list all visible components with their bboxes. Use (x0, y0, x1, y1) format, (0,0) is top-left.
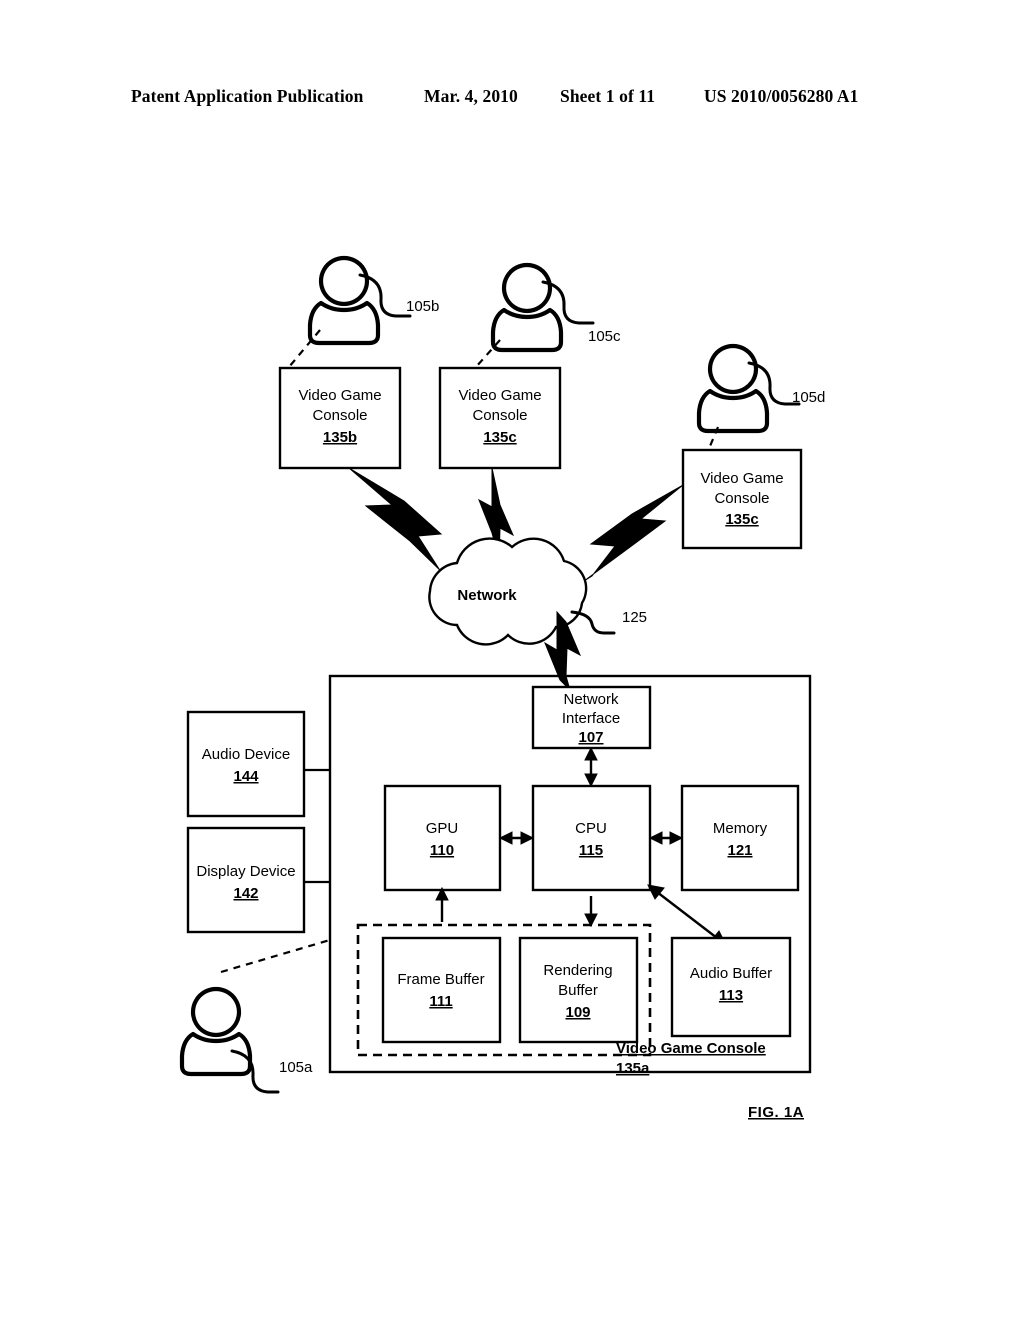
remote-console-135c-mid-ref: 135c (483, 429, 516, 446)
audio-buffer-block: Audio Buffer 113 (670, 936, 792, 1038)
remote-console-135b-line1: Video Game (298, 387, 381, 404)
figure-1a-diagram: 105b 105c 105d Video Game Console 135b V… (179, 255, 825, 1121)
arrow-ni-cpu (584, 746, 598, 788)
leader-line-105a (220, 938, 331, 974)
cpu-ref: 115 (579, 842, 603, 859)
figure-label: FIG. 1A (748, 1104, 804, 1121)
audio-device-label: Audio Device (202, 746, 290, 763)
main-console-title: Video Game Console (616, 1040, 766, 1057)
memory-block: Memory 121 (680, 784, 800, 892)
gpu-block: GPU 110 (383, 784, 502, 892)
arrow-gpu-cpu (498, 831, 535, 845)
remote-console-135c-right-line1: Video Game (700, 470, 783, 487)
remote-console-135c-right-ref: 135c (725, 511, 758, 528)
rendering-buffer-line1: Rendering (543, 962, 612, 979)
main-console-ref: 135a (616, 1060, 650, 1077)
user-ref-105a: 105a (279, 1059, 313, 1076)
user-icon-105b (307, 255, 412, 346)
remote-console-135c-mid-line2: Console (472, 407, 527, 424)
user-ref-105b: 105b (406, 298, 439, 315)
lightning-bolt-left (348, 467, 449, 579)
network-interface-line2: Interface (562, 710, 620, 727)
display-device-block: Display Device 142 (186, 826, 306, 934)
rendering-buffer-line2: Buffer (558, 982, 598, 999)
audio-buffer-label: Audio Buffer (690, 965, 772, 982)
remote-console-135c-mid-line1: Video Game (458, 387, 541, 404)
rendering-buffer-block: Rendering Buffer 109 (518, 936, 639, 1044)
network-cloud-label: Network (457, 587, 517, 604)
user-icon-105c (490, 262, 595, 353)
arrow-cpu-audiobuffer (647, 884, 727, 946)
rendering-buffer-ref: 109 (565, 1004, 590, 1021)
network-interface-ref: 107 (578, 729, 603, 746)
remote-console-135b-line2: Console (312, 407, 367, 424)
network-interface-block: Network Interface 107 (531, 685, 652, 750)
remote-console-135c-right: Video Game Console 135c (681, 448, 803, 550)
audio-device-block: Audio Device 144 (186, 710, 306, 818)
frame-buffer-block: Frame Buffer 111 (381, 936, 502, 1044)
audio-device-ref: 144 (233, 768, 259, 785)
user-ref-105d: 105d (792, 389, 825, 406)
patent-page: Patent Application Publication Mar. 4, 2… (0, 0, 1024, 1320)
cpu-label: CPU (575, 820, 607, 837)
display-device-ref: 142 (233, 885, 258, 902)
remote-console-135c-middle: Video Game Console 135c (438, 366, 562, 470)
frame-buffer-label: Frame Buffer (397, 971, 484, 988)
memory-ref: 121 (727, 842, 752, 859)
user-icon-105d (696, 343, 801, 434)
cpu-block: CPU 115 (531, 784, 652, 892)
gpu-ref: 110 (430, 842, 454, 859)
memory-label: Memory (713, 820, 768, 837)
frame-buffer-ref: 111 (429, 993, 452, 1010)
remote-console-135b: Video Game Console 135b (278, 366, 402, 470)
network-interface-line1: Network (563, 691, 619, 708)
remote-console-135b-ref: 135b (323, 429, 357, 446)
user-ref-105c: 105c (588, 328, 621, 345)
arrow-cpu-renderingbuffer (584, 896, 598, 928)
display-device-label: Display Device (196, 863, 295, 880)
lightning-bolt-right (583, 484, 684, 582)
leader-line-105c (475, 339, 501, 368)
arrow-cpu-memory (648, 831, 684, 845)
audio-buffer-ref: 113 (719, 987, 743, 1004)
remote-console-135c-right-line2: Console (714, 490, 769, 507)
arrow-framebuffer-gpu (435, 886, 449, 922)
gpu-label: GPU (426, 820, 459, 837)
user-icon-105a (179, 986, 280, 1094)
network-ref-125: 125 (622, 609, 647, 626)
